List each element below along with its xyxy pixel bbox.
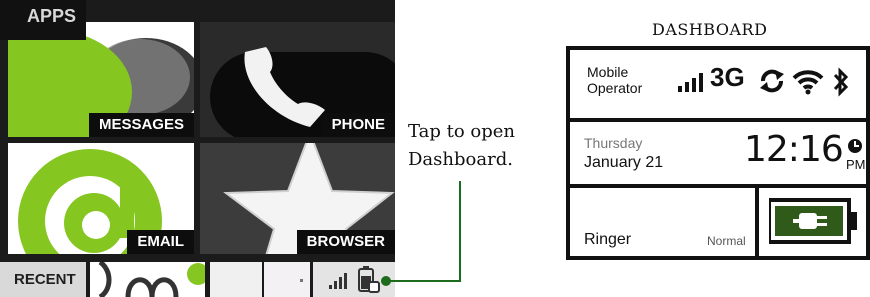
callout-dot	[381, 276, 391, 286]
battery-charging-icon	[769, 198, 857, 244]
phone-tile-label: PHONE	[321, 113, 395, 137]
alarm-clock-icon	[848, 139, 862, 153]
signal-bars-icon	[329, 273, 347, 289]
bottom-bar: RECENT	[0, 262, 395, 297]
wifi-icon	[792, 70, 824, 95]
messages-tile-label: MESSAGES	[88, 113, 194, 137]
apps-tab[interactable]: APPS	[0, 0, 86, 40]
phone-tile[interactable]: PHONE	[200, 22, 395, 137]
bluetooth-icon	[833, 67, 849, 97]
callout-connector	[459, 181, 461, 282]
recent-thumbnail[interactable]	[90, 262, 205, 297]
sync-icon	[760, 69, 784, 93]
network-row[interactable]: Mobile Operator 3G	[570, 50, 866, 118]
operator-line-1: Mobile	[587, 64, 629, 80]
battery-charging-icon	[358, 266, 380, 293]
dashboard-title: DASHBOARD	[652, 20, 768, 39]
clock-time: 12:16	[744, 129, 844, 170]
browser-tile[interactable]: BROWSER	[200, 143, 395, 254]
recent-button[interactable]: RECENT	[0, 262, 86, 297]
ringer-label: Ringer	[584, 231, 632, 248]
callout-line-1: Tap to open	[408, 121, 515, 142]
mobile-operator: Mobile Operator	[587, 64, 657, 96]
browser-tile-label: BROWSER	[296, 230, 395, 254]
date-full: January 21	[584, 154, 664, 171]
recent-thumbnail-art	[98, 262, 205, 297]
ringer-value: Normal	[707, 234, 746, 248]
clock-ampm: PM	[846, 157, 866, 172]
email-tile[interactable]: EMAIL	[8, 143, 194, 254]
phone-screen: MESSAGES PHONE EMAIL BROWSER APPS RECENT	[0, 0, 395, 297]
operator-line-2: Operator	[587, 80, 643, 96]
email-tile-label: EMAIL	[127, 230, 194, 254]
battery-tile[interactable]	[759, 188, 866, 256]
recent-thumbnail-dot	[300, 279, 303, 282]
recent-thumbnail[interactable]	[210, 262, 262, 297]
network-type: 3G	[710, 62, 745, 92]
callout-line-2: Dashboard.	[408, 149, 513, 170]
callout-text: Tap to open Dashboard.	[408, 118, 558, 174]
recent-thumbnail[interactable]	[264, 262, 310, 297]
signal-bars-icon	[678, 73, 703, 92]
callout-connector	[388, 280, 461, 282]
dashboard-panel: Mobile Operator 3G Thursday January 21 1…	[566, 46, 870, 260]
date-day: Thursday	[584, 135, 643, 151]
